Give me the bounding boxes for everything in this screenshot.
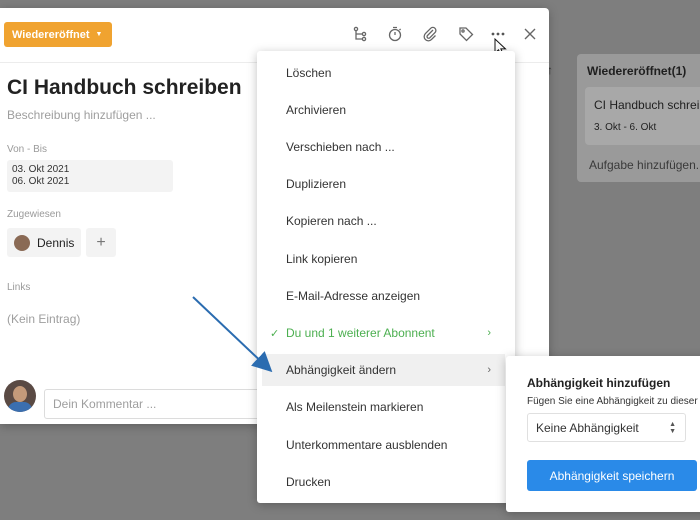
background-column: Wiedereröffnet(1) CI Handbuch schreiben … [577, 54, 700, 182]
date-to: 06. Okt 2021 [12, 176, 70, 187]
close-icon[interactable] [520, 24, 540, 44]
menu-item-copy-to[interactable]: Kopieren nach ... [262, 205, 505, 237]
links-empty-text: (Kein Eintrag) [7, 312, 81, 326]
background-card-title: CI Handbuch schreiben [594, 98, 700, 112]
menu-item-subscribers[interactable]: ✓ Du und 1 weiterer Abonnent › [262, 317, 505, 349]
menu-item-label: Verschieben nach ... [286, 140, 395, 154]
dependency-submenu: Abhängigkeit hinzufügen Fügen Sie eine A… [506, 356, 700, 512]
user-avatar [4, 380, 36, 412]
submenu-title: Abhängigkeit hinzufügen [527, 376, 671, 390]
assignee-name: Dennis [37, 235, 75, 250]
menu-item-label: Du und 1 weiterer Abonnent [286, 326, 435, 340]
dependency-select[interactable]: Keine Abhängigkeit ▲ ▼ [527, 413, 686, 442]
menu-item-label: Abhängigkeit ändern [286, 363, 397, 377]
chevron-right-icon: › [487, 327, 491, 339]
status-dropdown-button[interactable]: Wiedereröffnet ▼ [4, 22, 113, 47]
menu-item-print[interactable]: Drucken [262, 466, 505, 498]
save-dependency-button[interactable]: Abhängigkeit speichern [527, 460, 697, 491]
task-title[interactable]: CI Handbuch schreiben [7, 76, 242, 100]
menu-item-archive[interactable]: Archivieren [262, 94, 505, 126]
menu-item-label: Link kopieren [286, 252, 358, 266]
date-from: 03. Okt 2021 [12, 164, 70, 175]
menu-item-label: Als Meilenstein markieren [286, 400, 424, 414]
menu-item-label: E-Mail-Adresse anzeigen [286, 289, 421, 303]
background-card-dates: 3. Okt - 6. Okt [594, 122, 657, 133]
menu-item-move[interactable]: Verschieben nach ... [262, 131, 505, 163]
avatar-shirt [8, 402, 32, 412]
submenu-description: Fügen Sie eine Abhängigkeit zu dieser [527, 396, 698, 407]
background-column-title: Wiedereröffnet(1) [587, 64, 687, 78]
check-icon: ✓ [270, 327, 280, 340]
menu-item-label: Duplizieren [286, 177, 347, 191]
menu-item-duplicate[interactable]: Duplizieren [262, 168, 505, 200]
menu-item-label: Drucken [286, 475, 331, 489]
add-assignee-button[interactable]: + [86, 228, 116, 257]
menu-item-show-email[interactable]: E-Mail-Adresse anzeigen [262, 280, 505, 312]
date-label: Von - Bis [7, 144, 48, 155]
menu-item-delete[interactable]: Löschen [262, 57, 505, 89]
menu-item-copy-link[interactable]: Link kopieren [262, 243, 505, 275]
date-range-field[interactable]: 03. Okt 2021 06. Okt 2021 [7, 160, 173, 192]
tag-icon[interactable] [456, 24, 476, 44]
plus-icon: + [96, 233, 106, 251]
caret-down-icon: ▼ [95, 31, 103, 38]
menu-item-milestone[interactable]: Als Meilenstein markieren [262, 391, 505, 423]
subtask-icon[interactable] [350, 24, 370, 44]
menu-item-label: Kopieren nach ... [286, 214, 377, 228]
menu-item-label: Unterkommentare ausblenden [286, 438, 448, 452]
description-field[interactable]: Beschreibung hinzufügen ... [7, 108, 156, 122]
menu-item-hide-subcomments[interactable]: Unterkommentare ausblenden [262, 429, 505, 461]
menu-item-label: Löschen [286, 66, 332, 80]
avatar [14, 234, 30, 251]
avatar-face [13, 386, 27, 402]
timer-icon[interactable] [385, 24, 405, 44]
menu-item-label: Archivieren [286, 103, 347, 117]
more-actions-menu: Löschen Archivieren Verschieben nach ...… [257, 51, 515, 503]
assigned-label: Zugewiesen [7, 209, 61, 220]
background-add-task: Aufgabe hinzufügen... [589, 158, 700, 172]
assignee-chip[interactable]: Dennis [7, 228, 81, 257]
dependency-select-value: Keine Abhängigkeit [536, 420, 639, 435]
comment-input[interactable]: Dein Kommentar ... [44, 389, 264, 419]
status-label: Wiedereröffnet [12, 28, 90, 41]
chevron-right-icon: › [487, 364, 491, 376]
background-task-card: CI Handbuch schreiben 3. Okt - 6. Okt [585, 87, 700, 145]
attachment-icon[interactable] [420, 24, 440, 44]
menu-item-change-dependency[interactable]: Abhängigkeit ändern › [262, 354, 505, 386]
links-label: Links [7, 282, 31, 293]
chevron-down-icon: ▲ ▼ [669, 420, 676, 435]
